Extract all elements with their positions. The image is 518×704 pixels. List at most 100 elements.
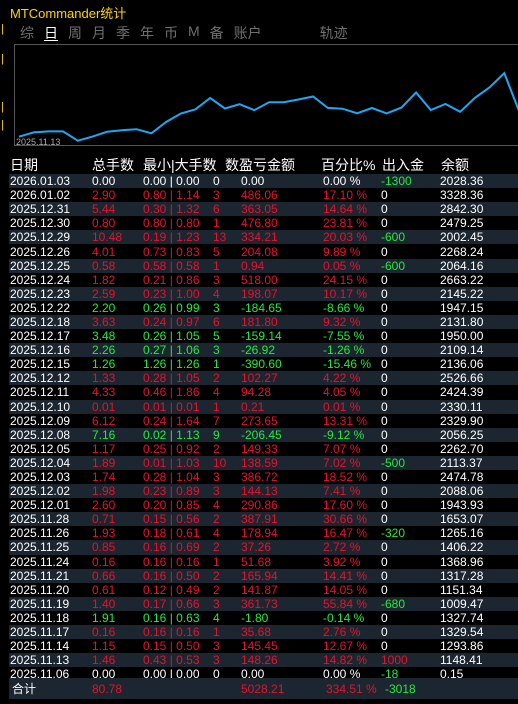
cell-balance: 2526.66 <box>440 371 484 386</box>
cell-balance: 1151.34 <box>440 582 483 597</box>
table-header: 日期 总手数 最小|大手数 数盈亏金额 百分比% 出入金 余额 <box>9 156 518 174</box>
table-row[interactable]: 2025.12.12 1.33 0.28 | 1.05 2 102.27 4.22 % 0 2… <box>9 371 518 386</box>
table-row[interactable]: 2025.12.22 2.20 0.26 | 0.99 3 -184.65 -8.66 %… <box>9 300 518 315</box>
table-row[interactable]: 2025.12.03 1.74 0.28 | 1.04 3 386.72 18.52 % 0… <box>9 469 518 485</box>
cell-date: 2025.11.19 <box>10 596 70 611</box>
table-row[interactable]: 2025.12.15 1.26 1.26 | 1.26 1 -390.60 -15.46 … <box>9 357 518 372</box>
cell-date: 2025.12.30 <box>10 216 71 231</box>
cell-pct: -8.66 % <box>323 300 365 315</box>
cell-pnl: 181.80 <box>241 314 278 329</box>
tab-3[interactable]: 月 <box>92 23 106 41</box>
cell-date: 2025.12.24 <box>10 272 71 287</box>
tab-0[interactable]: 综 <box>20 23 34 41</box>
tab-5[interactable]: 年 <box>140 23 154 41</box>
cell-balance: 2842.30 <box>440 202 484 217</box>
table-row[interactable]: 2026.01.02 2.90 0.80 | 1.14 3 486.06 17.10 % 0… <box>9 188 518 203</box>
cell-flow: 0 <box>381 441 388 456</box>
table-row[interactable]: 2025.12.16 2.26 0.27 | 1.06 3 -26.92 -1.26 % 0… <box>9 343 518 358</box>
table-row[interactable]: 2025.12.29 10.48 0.19 | 1.23 13 334.21 20.03 … <box>9 230 518 245</box>
cell-flow: -320 <box>381 526 406 541</box>
cell-pnl: 37.26 <box>241 540 272 555</box>
table-row[interactable]: 2025.12.17 3.48 0.26 | 1.05 5 -159.14 -7.55 %… <box>9 329 518 344</box>
cell-pct: 0.01 % <box>323 399 361 414</box>
cell-count: 5 <box>213 244 220 259</box>
cell-pnl: -206.45 <box>241 427 282 442</box>
tab-7[interactable]: M <box>188 23 200 41</box>
cell-pct: 13.31 % <box>323 413 368 428</box>
table-row[interactable]: 2025.11.21 0.66 0.16 | 0.50 2 165.94 14.41 % 0… <box>9 568 518 583</box>
table-row[interactable]: 2025.11.28 0.71 0.15 | 0.56 2 387.91 30.66 % 0… <box>9 512 518 527</box>
tab-9[interactable]: 账户 <box>234 23 262 41</box>
table-row[interactable]: 2025.12.08 7.16 0.02 | 1.13 9 -206.45 -9.12 %… <box>9 427 518 442</box>
cell-pct: 14.05 % <box>323 582 368 597</box>
total-flow: -3018 <box>385 681 416 696</box>
cell-flow: 1000 <box>381 653 408 668</box>
cell-pnl: 363.05 <box>241 202 278 217</box>
cell-minmax: 0.20 | 0.85 <box>143 498 200 513</box>
cell-flow: -680 <box>381 596 406 611</box>
table-row[interactable]: 2025.11.24 0.16 0.16 | 0.16 1 51.68 3.92 % 0 13… <box>9 554 518 569</box>
cell-balance: 2028.36 <box>440 174 484 189</box>
table-row[interactable]: 2025.12.09 6.12 0.24 | 1.64 7 273.65 13.31 % 0… <box>9 413 518 428</box>
cell-pct: 17.60 % <box>323 498 368 513</box>
cell-balance: 1009.47 <box>440 596 484 611</box>
table-row[interactable]: 2025.12.18 3.63 0.24 | 0.97 6 181.80 9.32 % 0 2… <box>9 314 518 330</box>
cell-date: 2025.11.17 <box>10 625 70 640</box>
table-row[interactable]: 2025.12.30 0.80 0.80 | 0.80 1 476.80 23.81 % 0… <box>9 216 518 231</box>
cell-count: 3 <box>213 272 220 287</box>
table-row[interactable]: 2025.12.02 1.98 0.23 | 0.89 3 144.13 7.41 % 0 2… <box>9 484 518 499</box>
cell-pct: 18.52 % <box>323 470 368 485</box>
table-row[interactable]: 2025.12.01 2.60 0.20 | 0.85 4 290.86 17.60 % 0… <box>9 498 518 513</box>
cell-date: 2025.12.08 <box>10 427 71 442</box>
tab-8[interactable]: 备 <box>210 23 224 41</box>
table-row[interactable]: 2025.11.26 1.93 0.18 | 0.61 4 178.94 16.47 % -… <box>9 526 518 541</box>
total-pnl: 5028.21 <box>241 681 285 696</box>
cell-balance: 3328.36 <box>440 188 484 203</box>
table-row[interactable]: 2026.01.03 0.00 0.00 | 0.00 0 0.00 0.00 % -130… <box>9 174 518 189</box>
table-row[interactable]: 2025.11.18 1.91 0.16 | 0.63 4 -1.80 -0.14 % 0 1… <box>9 610 518 625</box>
tab-6[interactable]: 币 <box>164 23 178 41</box>
table-row[interactable]: 2025.11.13 1.46 0.43 | 0.53 3 148.26 14.82 % 1… <box>9 653 518 668</box>
table-row[interactable]: 2025.12.26 4.01 0.73 | 0.83 5 204.08 9.89 % 0 2… <box>9 244 518 259</box>
cell-count: 13 <box>213 230 227 245</box>
cell-minmax: 0.58 | 0.58 <box>143 258 200 273</box>
cell-minmax: 0.02 | 1.13 <box>143 427 200 442</box>
table-row[interactable]: 2025.11.14 1.15 0.15 | 0.50 3 145.45 12.67 % 0… <box>9 639 518 654</box>
tab-2[interactable]: 周 <box>68 23 82 41</box>
cell-lots: 0.16 <box>92 554 116 569</box>
table-row[interactable]: 2025.11.17 0.16 0.16 | 0.16 1 35.68 2.76 % 0 13… <box>9 625 518 640</box>
cell-minmax: 0.43 | 0.53 <box>143 653 200 668</box>
table-row[interactable]: 2025.12.31 5.44 0.30 | 1.32 6 363.05 14.64 % 0… <box>9 202 518 217</box>
cell-count: 10 <box>213 455 227 470</box>
cell-minmax: 0.00 | 0.00 <box>143 174 200 189</box>
cell-balance: 2329.90 <box>440 413 484 428</box>
cell-date: 2025.11.20 <box>10 582 70 597</box>
left-edge-strip: | | | | <box>0 0 8 699</box>
tab-4[interactable]: 季 <box>116 23 130 41</box>
tab-10[interactable]: 轨迹 <box>320 23 348 41</box>
cell-balance: 1317.28 <box>440 568 484 583</box>
cell-date: 2025.12.12 <box>10 371 71 386</box>
table-row[interactable]: 2025.11.19 1.40 0.17 | 0.66 3 361.73 55.84 % -… <box>9 596 518 611</box>
cell-count: 1 <box>213 357 220 372</box>
cell-flow: 0 <box>381 216 388 231</box>
table-row[interactable]: 2025.12.04 1.89 0.01 | 1.03 10 138.59 7.02 % -… <box>9 455 518 470</box>
cell-lots: 0.80 <box>92 216 116 231</box>
table-row[interactable]: 2025.12.23 2.59 0.23 | 1.00 4 198.07 10.17 % 0… <box>9 286 518 301</box>
cell-minmax: 0.26 | 0.99 <box>143 300 200 315</box>
cell-count: 3 <box>213 343 220 358</box>
cell-count: 1 <box>213 258 220 273</box>
table-row[interactable]: 2025.12.25 0.58 0.58 | 0.58 1 0.94 0.05 % -600… <box>9 258 518 273</box>
table-row[interactable]: 2025.12.11 4.33 0.46 | 1.86 4 94.28 4.05 % 0 24… <box>9 385 518 400</box>
table-row[interactable]: 2025.12.05 1.17 0.25 | 0.92 2 149.33 7.07 % 0 2… <box>9 441 518 456</box>
cell-count: 4 <box>213 385 220 400</box>
table-row[interactable]: 2025.11.25 0.85 0.16 | 0.69 2 37.26 2.72 % 0 14… <box>9 540 518 555</box>
cell-count: 2 <box>213 582 220 597</box>
cell-date: 2025.11.25 <box>10 540 70 555</box>
table-row[interactable]: 2025.11.20 0.61 0.12 | 0.49 2 141.87 14.05 % 0… <box>9 582 518 597</box>
table-row[interactable]: 2025.12.24 1.82 0.21 | 0.86 3 518.00 24.15 % 0… <box>9 272 518 287</box>
cell-lots: 0.61 <box>92 582 116 597</box>
cell-date: 2025.12.22 <box>10 300 71 315</box>
tab-1[interactable]: 日 <box>44 23 58 41</box>
table-row[interactable]: 2025.12.10 0.01 0.01 | 0.01 1 0.21 0.01 % 0 233… <box>9 399 518 414</box>
